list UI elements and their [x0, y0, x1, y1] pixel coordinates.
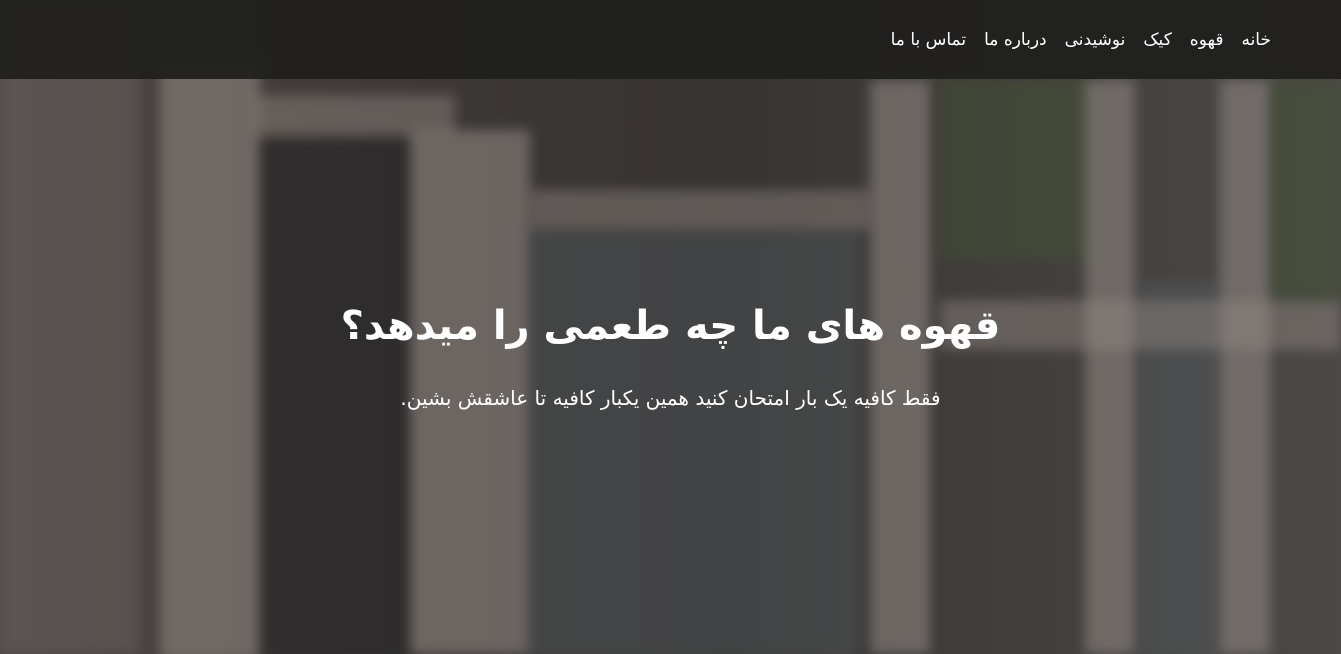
hero-section: خانه قهوه کیک نوشیدنی درباره ما تماس با … — [0, 0, 1341, 654]
nav-item-about[interactable]: درباره ما — [984, 30, 1047, 50]
nav-item-contact[interactable]: تماس با ما — [891, 30, 967, 50]
hero-content: قهوه های ما چه طعمی را میدهد؟ فقط کافیه … — [0, 300, 1341, 410]
top-navbar: خانه قهوه کیک نوشیدنی درباره ما تماس با … — [0, 0, 1341, 79]
nav-item-coffee[interactable]: قهوه — [1190, 30, 1224, 50]
hero-title: قهوه های ما چه طعمی را میدهد؟ — [340, 303, 1001, 349]
nav-menu: خانه قهوه کیک نوشیدنی درباره ما تماس با … — [873, 0, 1271, 79]
nav-item-home[interactable]: خانه — [1241, 30, 1271, 50]
nav-item-drinks[interactable]: نوشیدنی — [1065, 30, 1126, 50]
nav-item-cake[interactable]: کیک — [1143, 30, 1171, 50]
hero-subtitle: فقط کافیه یک بار امتحان کنید همین یکبار … — [400, 386, 941, 410]
